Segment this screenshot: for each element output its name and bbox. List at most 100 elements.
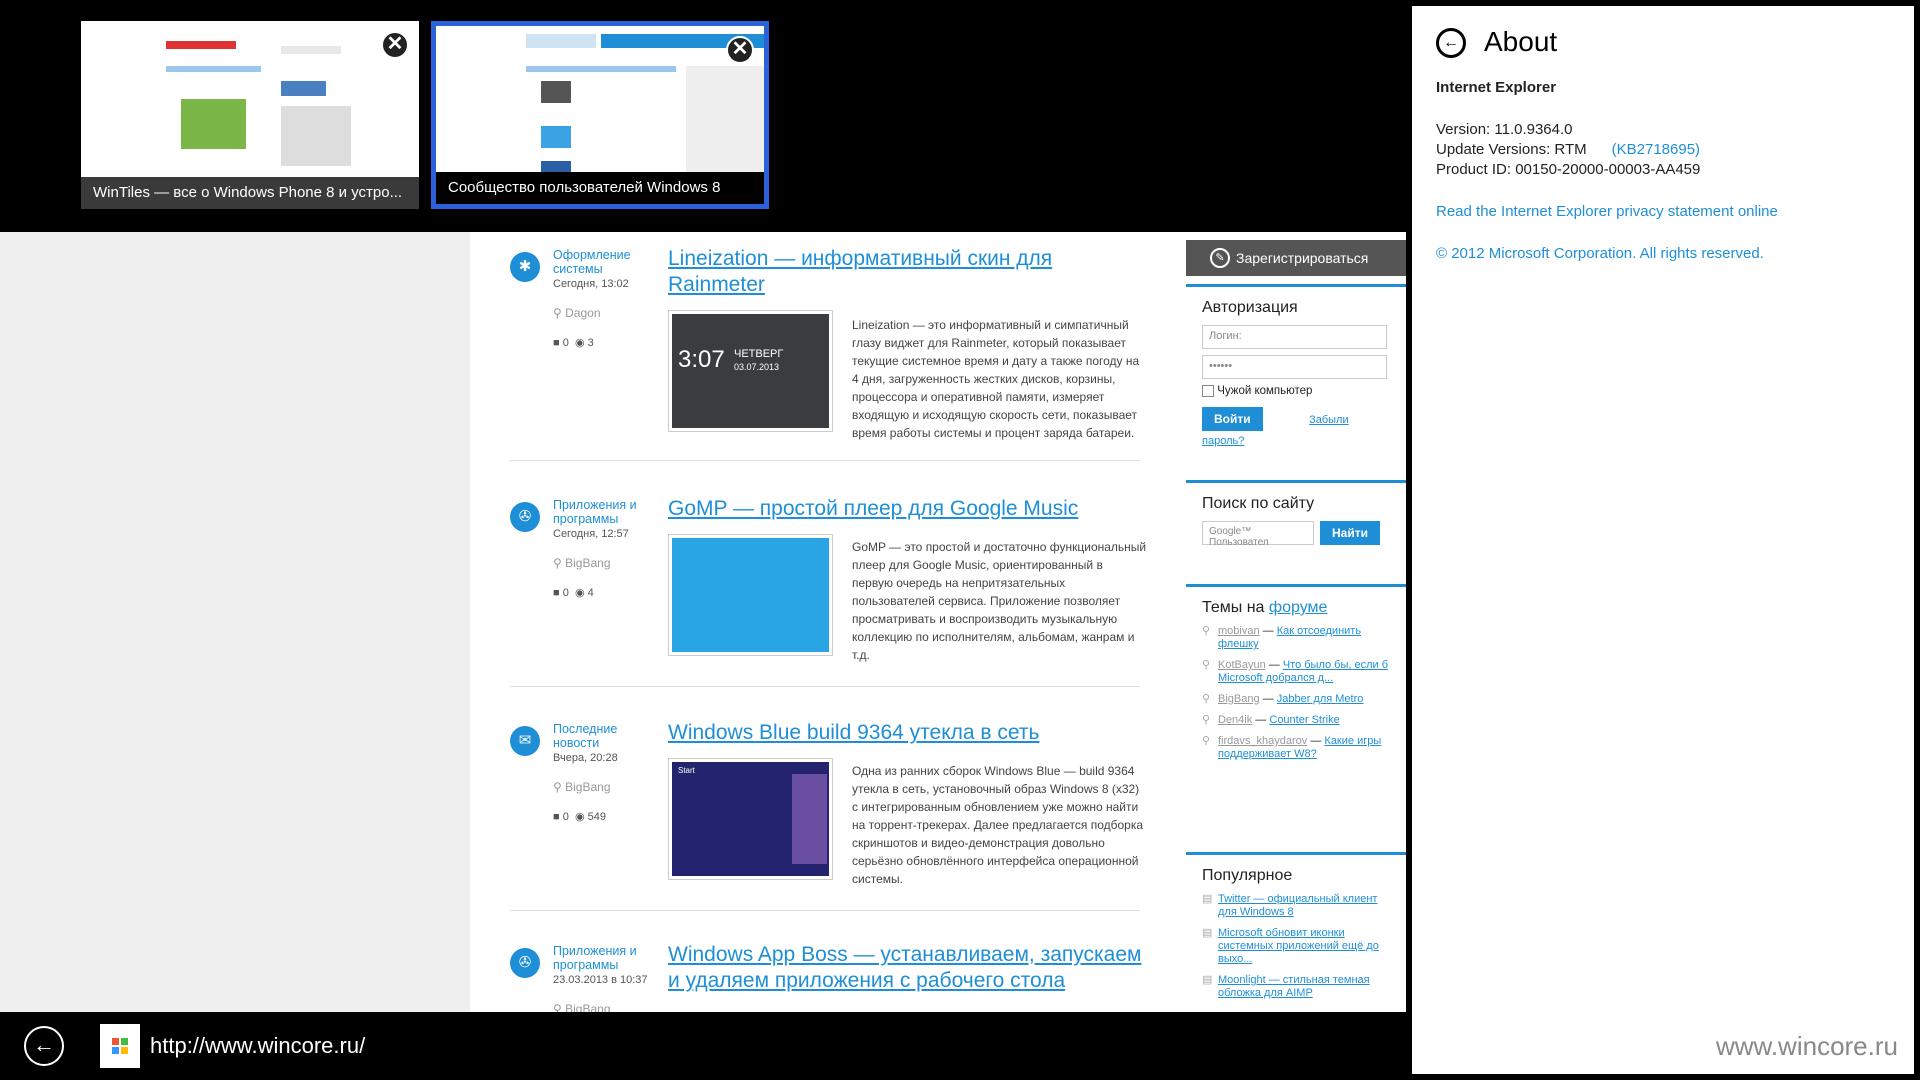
close-tab-icon[interactable]: ✕ [381,31,409,59]
kb-link[interactable]: (KB2718695) [1612,141,1700,158]
article-title[interactable]: Lineization — информативный скин для Rai… [668,246,1148,298]
image-start-label: Start [678,766,695,775]
article-author[interactable]: ⚲ BigBang [553,556,611,570]
privacy-link[interactable]: Read the Internet Explorer privacy state… [1436,202,1778,222]
article-author[interactable]: ⚲ Dagon [553,306,601,320]
view-count: 4 [587,587,594,599]
auth-title: Авторизация [1202,299,1298,316]
address-bar: ← http://www.wincore.ru/ [0,1012,1406,1080]
register-button[interactable]: ✎ Зарегистрироваться [1186,240,1406,276]
image-date: 03.07.2013 [734,362,780,372]
close-tab-icon[interactable]: ✕ [726,36,754,64]
article-title[interactable]: GoMP — простой плеер для Google Music [668,496,1148,522]
popular-item[interactable]: ▤ Twitter — официальный клиент для Window… [1202,893,1390,919]
comment-icon: ■ [553,811,560,823]
article-image[interactable] [668,534,833,656]
search-button[interactable]: Найти [1320,521,1380,545]
tab-thumbnail-wincore[interactable]: Сообщество пользователей Windows 8 ✕ [431,21,769,209]
article-image[interactable]: Start [668,758,833,880]
forum-topic[interactable]: ⚲ mobivan — Как отсоединить флешку [1202,625,1390,651]
back-arrow-icon[interactable]: ← [24,1026,64,1066]
copyright-link[interactable]: © 2012 Microsoft Corporation. All rights… [1436,245,1764,262]
forum-topic-link[interactable]: Counter Strike [1269,714,1339,726]
divider [510,686,1140,687]
article-excerpt: Lineization — это информативный и симпат… [852,318,1140,440]
user-icon: ⚲ [553,1002,562,1012]
user-icon: ⚲ [553,556,562,570]
apps-icon: ✇ [510,948,540,978]
article-category[interactable]: Приложения и программы [553,498,648,526]
popular-item[interactable]: ▤ Microsoft обновит иконки системных прил… [1202,927,1390,966]
user-icon: ⚲ [1202,735,1211,747]
forum-topic[interactable]: ⚲ BigBang — Jabber для Metro [1202,693,1390,706]
popular-link[interactable]: Twitter — официальный клиент для Windows… [1218,893,1377,918]
article-item: ✇ Приложения и программы 23.03.2013 в 10… [510,943,1141,1012]
url-input[interactable]: http://www.wincore.ru/ [140,1024,1406,1068]
foreign-pc-checkbox[interactable] [1202,385,1214,397]
article-excerpt: Одна из ранних сборок Windows Blue — bui… [852,764,1144,886]
article-category[interactable]: Приложения и программы [553,944,648,972]
about-flyout: ← About Internet Explorer Version: 11.0.… [1406,0,1920,1080]
forum-topic-link[interactable]: Jabber для Metro [1277,693,1364,705]
foreign-pc-label: Чужой компьютер [1217,385,1313,398]
tab-preview [81,21,419,177]
site-search-input[interactable]: Google™ Пользовател [1202,521,1314,548]
forum-user[interactable]: firdavs_khaydarov [1218,735,1307,747]
forum-user[interactable]: Den4ik [1218,714,1252,726]
article-title[interactable]: Windows App Boss — устанавливаем, запуск… [668,942,1148,994]
search-title: Поиск по сайту [1202,495,1315,512]
forum-topic[interactable]: ⚲ Den4ik — Counter Strike [1202,714,1390,727]
divider [510,910,1140,911]
product-id: Product ID: 00150-20000-00003-AA459 [1436,161,1701,178]
article-author[interactable]: ⚲ BigBang [553,1002,611,1012]
comment-count: 0 [562,337,569,349]
forum-topic[interactable]: ⚲ KotBayun — Что было бы, если б Microsof… [1202,659,1390,685]
update-versions: Update Versions: RTM (KB2718695) [1436,140,1700,160]
user-icon: ⚲ [1202,625,1211,637]
forum-user[interactable]: KotBayun [1218,659,1266,671]
popular-item[interactable]: ▤ Moonlight — стильная темная обложка для… [1202,974,1390,1000]
article-stats: ■ 0 ◉ 4 [553,586,594,599]
about-header: ← About [1436,24,1557,60]
login-button[interactable]: Войти [1202,407,1263,432]
tab-thumbnail-wintiles[interactable]: WinTiles — все о Windows Phone 8 и устро… [81,21,419,209]
view-count: 549 [587,811,606,823]
document-icon: ▤ [1202,927,1213,939]
login-input[interactable]: Логин: [1202,325,1387,349]
forum-user[interactable]: BigBang [1218,693,1260,705]
forum-topic[interactable]: ⚲ firdavs_khaydarov — Какие игры поддержи… [1202,735,1390,761]
article-title[interactable]: Windows Blue build 9364 утекла в сеть [668,720,1148,746]
image-day: ЧЕТВЕРГ [734,348,784,360]
popular-box: Популярное ▤ Twitter — официальный клиент… [1186,852,1406,1012]
page-content: ✱ Оформление системы Сегодня, 13:02 ⚲ Da… [470,232,1406,1012]
password-input[interactable]: •••••• [1202,355,1387,379]
web-page-viewport[interactable]: ✱ Оформление системы Сегодня, 13:02 ⚲ Da… [0,232,1406,1012]
back-arrow-icon[interactable]: ← [1436,28,1466,58]
article-image[interactable]: 3:07 ЧЕТВЕРГ 03.07.2013 [668,310,833,432]
pencil-icon: ✎ [1210,248,1230,268]
article-author[interactable]: ⚲ BigBang [553,780,611,794]
article-date: Вчера, 20:28 [553,752,618,764]
popular-link[interactable]: Moonlight — стильная темная обложка для … [1218,974,1370,999]
apps-icon: ✇ [510,502,540,532]
eye-icon: ◉ [574,587,585,599]
tab-preview [436,26,764,181]
foreign-pc-row[interactable]: Чужой компьютер [1202,385,1390,397]
article-stats: ■ 0 ◉ 3 [553,336,594,349]
user-icon: ⚲ [1202,659,1211,671]
article-category[interactable]: Оформление системы [553,248,648,276]
product-name: Internet Explorer [1436,79,1557,96]
forum-user[interactable]: mobivan [1218,625,1260,637]
copyright[interactable]: © 2012 Microsoft Corporation. All rights… [1436,244,1764,264]
user-icon: ⚲ [1202,714,1211,726]
comment-count: 0 [562,811,569,823]
privacy-statement-link[interactable]: Read the Internet Explorer privacy state… [1436,203,1778,220]
comment-count: 0 [562,587,569,599]
forum-link[interactable]: форуме [1269,599,1328,616]
forum-title-prefix: Темы на [1202,599,1265,616]
tab-caption: Сообщество пользователей Windows 8 [436,172,764,204]
eye-icon: ◉ [574,811,585,823]
article-stats: ■ 0 ◉ 549 [553,810,606,823]
article-category[interactable]: Последние новости [553,722,648,750]
popular-link[interactable]: Microsoft обновит иконки системных прило… [1218,927,1379,965]
